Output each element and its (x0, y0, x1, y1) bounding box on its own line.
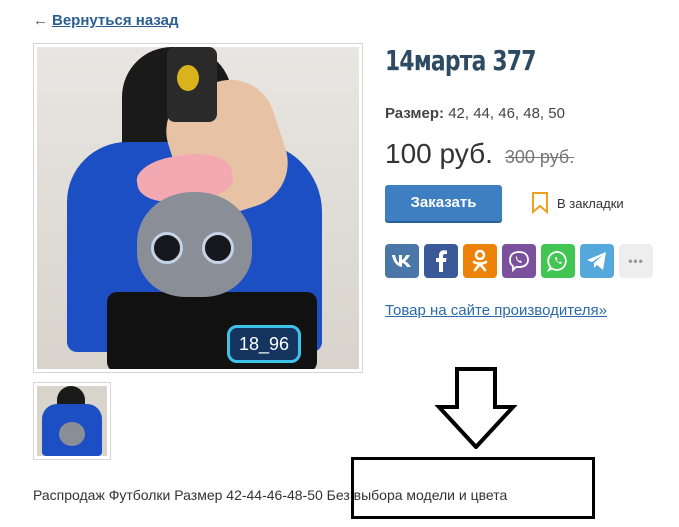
whatsapp-share-button[interactable] (541, 244, 575, 278)
size-row: Размер: 42, 44, 46, 48, 50 (385, 105, 565, 122)
old-price: 300 руб. (504, 147, 575, 167)
thumbnail-image (37, 386, 107, 456)
whatsapp-icon (547, 251, 567, 272)
back-link-label[interactable]: Вернуться назад (52, 12, 178, 29)
bookmark-button[interactable]: В закладки (531, 192, 624, 214)
size-label: Размер: (385, 105, 445, 122)
product-title: 14марта 377 (385, 44, 536, 77)
price-row: 100 руб. 300 руб. (385, 138, 574, 170)
highlight-box (351, 457, 595, 519)
size-values: 42, 44, 46, 48, 50 (448, 105, 565, 122)
back-arrow-icon: ← (33, 12, 48, 29)
down-arrow-icon (434, 367, 518, 449)
vendor-site-link[interactable]: Товар на сайте производителя» (385, 302, 607, 319)
bookmark-icon (532, 192, 548, 214)
odnoklassniki-icon (472, 249, 488, 272)
telegram-share-button[interactable] (580, 244, 614, 278)
product-photo-image: 18_96 (37, 47, 359, 369)
more-dots-icon: ••• (628, 254, 644, 268)
back-link[interactable]: ← Вернуться назад (33, 12, 178, 29)
vk-icon (392, 255, 411, 267)
facebook-icon (436, 250, 447, 272)
odnoklassniki-share-button[interactable] (463, 244, 497, 278)
bookmark-label: В закладки (557, 195, 624, 211)
telegram-icon (587, 252, 606, 270)
product-thumbnail[interactable] (33, 382, 111, 460)
order-button[interactable]: Заказать (385, 185, 502, 221)
viber-icon (509, 251, 529, 272)
more-share-button[interactable]: ••• (619, 244, 653, 278)
viber-share-button[interactable] (502, 244, 536, 278)
facebook-share-button[interactable] (424, 244, 458, 278)
vk-share-button[interactable] (385, 244, 419, 278)
price: 100 руб. (385, 138, 493, 169)
share-buttons: ••• (385, 244, 653, 278)
photo-badge: 18_96 (227, 325, 301, 363)
product-main-photo[interactable]: 18_96 (33, 43, 363, 373)
